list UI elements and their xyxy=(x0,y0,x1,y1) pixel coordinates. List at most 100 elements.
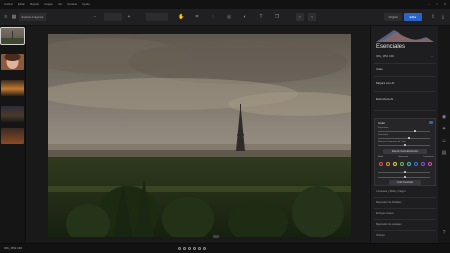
menu-window[interactable]: Ventana xyxy=(67,3,77,6)
thumbnail-selected[interactable] xyxy=(0,27,25,45)
pager-dot[interactable] xyxy=(198,247,201,250)
pager-dot[interactable] xyxy=(188,247,191,250)
grid-icon[interactable]: ▦ xyxy=(11,14,17,20)
main-photo[interactable] xyxy=(48,34,351,237)
hand-tool-icon[interactable]: ✋ xyxy=(178,14,184,20)
compare-view-field[interactable] xyxy=(146,13,168,21)
pager-dot[interactable] xyxy=(193,247,196,250)
redo-button[interactable]: ↷ xyxy=(308,13,316,21)
divider xyxy=(374,63,436,64)
divider xyxy=(374,91,436,92)
tool-soft-focus[interactable]: Enfoque Suave xyxy=(376,212,394,215)
help-icon[interactable]: ? xyxy=(441,230,447,236)
slider-track[interactable] xyxy=(378,131,430,132)
divider xyxy=(374,197,436,198)
menu-enhance[interactable]: Mejorar xyxy=(30,3,39,6)
divider xyxy=(374,76,436,77)
thumbnail-night[interactable] xyxy=(1,106,24,122)
divider xyxy=(374,230,436,231)
divider xyxy=(374,208,436,209)
swatch-yellow[interactable] xyxy=(393,162,397,166)
slider-saturation-label: Saturación xyxy=(378,127,389,129)
color-title: Color xyxy=(378,121,386,125)
pager-dot[interactable] xyxy=(183,247,186,250)
pager-dot[interactable] xyxy=(178,247,181,250)
tab-luminance[interactable]: Luminancia xyxy=(423,156,434,160)
color-enable-toggle[interactable] xyxy=(429,121,433,124)
color-tool: Color Saturación Intensidad Eliminar Dom… xyxy=(374,118,436,186)
section-ai-structure[interactable]: Estructura AI xyxy=(376,97,393,101)
slider-vibrance-label: Intensidad xyxy=(378,134,389,136)
crop-icon[interactable]: ⌗ xyxy=(194,14,200,20)
menu-image[interactable]: Imagen xyxy=(44,3,53,6)
section-ai-enhance[interactable]: Mejora con AI xyxy=(376,81,394,85)
advanced-color-button[interactable]: Color Avanzado xyxy=(389,180,421,185)
menu-file[interactable]: Archivo xyxy=(4,3,13,6)
layers-icon[interactable]: ❒ xyxy=(274,14,280,20)
swatch-orange[interactable] xyxy=(386,162,390,166)
slider-remove-cast[interactable]: Eliminar Dominante de Color xyxy=(378,141,434,147)
minimize-icon[interactable]: – xyxy=(427,2,431,6)
erase-icon[interactable]: ◌ xyxy=(210,14,216,20)
swatch-red[interactable] xyxy=(379,162,383,166)
menu-help[interactable]: Ayuda xyxy=(82,3,90,6)
maximize-icon[interactable]: □ xyxy=(435,2,439,6)
color-swatches xyxy=(379,162,435,167)
histogram xyxy=(376,30,434,42)
tool-details[interactable]: Mejorador de Detalles xyxy=(376,201,401,204)
close-icon[interactable]: ✕ xyxy=(443,2,447,6)
export-icon[interactable]: ⤓ xyxy=(440,14,446,20)
image-canvas[interactable] xyxy=(27,26,369,243)
original-label: Original xyxy=(388,15,398,19)
zoom-out-icon[interactable]: − xyxy=(92,14,98,20)
tab-hue[interactable]: Matiz xyxy=(378,156,383,160)
mask-icon[interactable]: ◐ xyxy=(242,14,248,20)
swatch-aqua[interactable] xyxy=(407,162,411,166)
original-toggle[interactable]: Original xyxy=(384,13,402,21)
menu-edit[interactable]: Editar xyxy=(18,3,25,6)
essentials-icon[interactable]: ◉ xyxy=(441,114,447,120)
window-controls: – □ ✕ xyxy=(427,2,447,6)
status-bar: IMG_1554.CR2 xyxy=(0,243,450,253)
swatch-purple[interactable] xyxy=(421,162,425,166)
swatch-blue[interactable] xyxy=(414,162,418,166)
thumbnail-portrait[interactable] xyxy=(1,54,24,70)
slider-vibrance[interactable]: Intensidad xyxy=(378,134,434,140)
slider-track[interactable] xyxy=(378,138,430,139)
slider-saturation[interactable]: Saturación xyxy=(378,127,434,133)
browse-images-label: Explorar imágenes xyxy=(21,15,44,19)
thumbnail-sunset[interactable] xyxy=(1,80,24,96)
divider xyxy=(374,110,436,111)
panel-title: Esenciales xyxy=(376,44,406,50)
pager-dot[interactable] xyxy=(203,247,206,250)
browse-images-button[interactable]: Explorar imágenes xyxy=(19,13,46,21)
share-icon[interactable]: ⇪ xyxy=(430,14,436,20)
menu-view[interactable]: Ver xyxy=(58,3,62,6)
clone-icon[interactable]: ◎ xyxy=(226,14,232,20)
auto-improve-button[interactable]: Mejorar Automáticamente xyxy=(383,149,427,154)
advanced-color-label: Color Avanzado xyxy=(396,181,414,184)
tool-landscape[interactable]: Mejorador de paisajes xyxy=(376,223,402,226)
text-icon[interactable]: T xyxy=(258,14,264,20)
right-tool-strip: ◉ ✦ ☺ ▤ ? xyxy=(438,26,450,243)
preset-selector[interactable]: IMG_1554.CR2 ⋯ xyxy=(376,55,436,60)
scroll-handle[interactable] xyxy=(213,235,219,238)
slider-hue-sat[interactable] xyxy=(378,173,434,179)
thumbnail-orange[interactable] xyxy=(1,128,24,144)
swatch-magenta[interactable] xyxy=(428,162,432,166)
tool-vignette[interactable]: Viñeteo xyxy=(376,234,385,237)
preset-menu-icon[interactable]: ⋯ xyxy=(431,55,434,58)
tab-saturation[interactable]: Saturación xyxy=(398,156,408,160)
zoom-level-field[interactable] xyxy=(104,13,122,21)
zoom-in-icon[interactable]: + xyxy=(126,14,132,20)
section-sky[interactable]: Cielo xyxy=(376,67,383,71)
creative-icon[interactable]: ✦ xyxy=(441,126,447,132)
undo-button[interactable]: ↶ xyxy=(296,13,304,21)
professional-icon[interactable]: ▤ xyxy=(441,150,447,156)
sidebar-toggle-icon[interactable]: ≡ xyxy=(3,14,9,20)
swatch-green[interactable] xyxy=(400,162,404,166)
portrait-icon[interactable]: ☺ xyxy=(441,138,447,144)
tool-contrast[interactable]: Contraste y Brillo y Negro xyxy=(376,190,406,193)
file-name: IMG_1554.CR2 xyxy=(4,247,23,250)
edit-toggle[interactable]: Editar xyxy=(404,13,422,21)
